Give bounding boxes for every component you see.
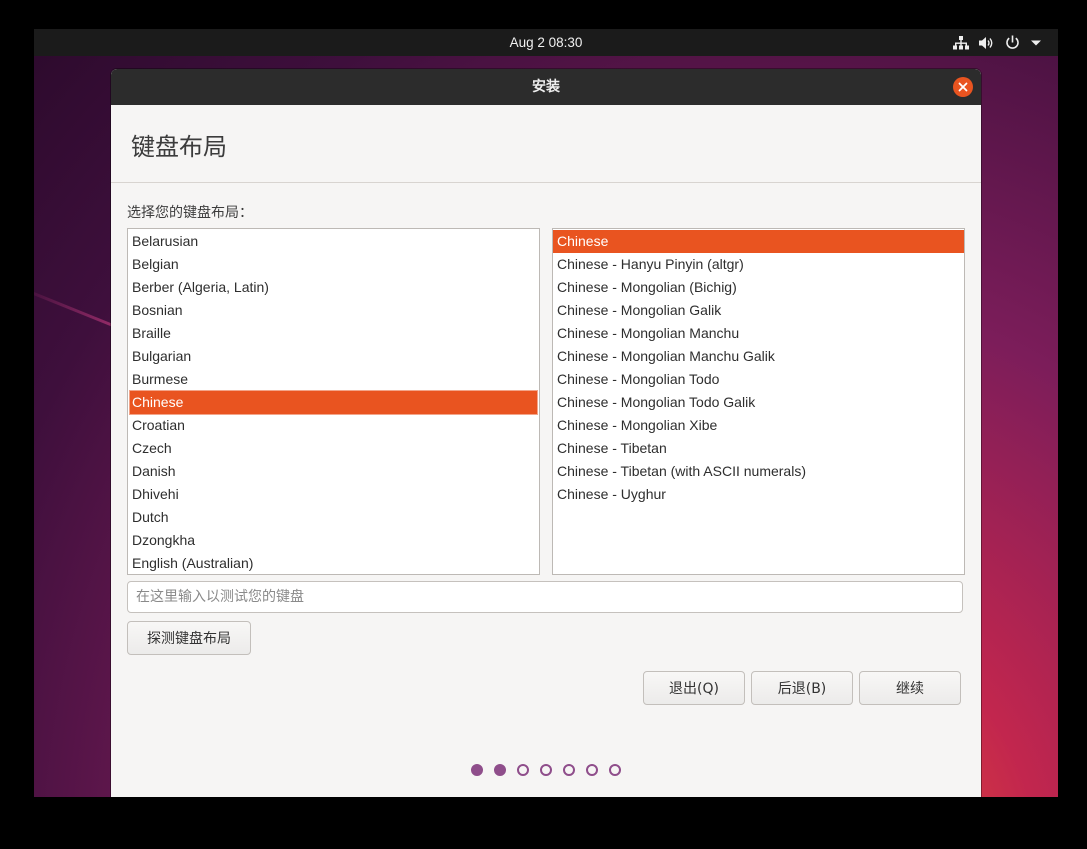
layout-list-item[interactable]: Burmese — [128, 368, 539, 391]
keyboard-test-input[interactable] — [127, 581, 963, 613]
layout-list-item[interactable]: Belgian — [128, 253, 539, 276]
progress-dot-pending — [540, 764, 552, 776]
variant-list-item[interactable]: Chinese - Mongolian (Bichig) — [553, 276, 964, 299]
layout-list-item[interactable]: Bosnian — [128, 299, 539, 322]
progress-dot-pending — [609, 764, 621, 776]
layout-list-item[interactable]: Chinese — [129, 390, 538, 415]
layout-list-item[interactable]: Berber (Algeria, Latin) — [128, 276, 539, 299]
progress-dot-completed — [494, 764, 506, 776]
variant-list-item[interactable]: Chinese - Mongolian Galik — [553, 299, 964, 322]
layout-list-item[interactable]: Braille — [128, 322, 539, 345]
variant-list-item[interactable]: Chinese - Mongolian Manchu Galik — [553, 345, 964, 368]
variant-list-item[interactable]: Chinese - Tibetan — [553, 437, 964, 460]
variant-list-item[interactable]: Chinese - Mongolian Todo — [553, 368, 964, 391]
variant-list-item[interactable]: Chinese - Mongolian Manchu — [553, 322, 964, 345]
progress-dot-pending — [563, 764, 575, 776]
volume-icon[interactable] — [979, 36, 995, 50]
variant-list-item[interactable]: Chinese - Mongolian Xibe — [553, 414, 964, 437]
progress-dot-pending — [586, 764, 598, 776]
page-title: 键盘布局 — [131, 133, 227, 161]
clock[interactable]: Aug 2 08:30 — [34, 29, 1058, 56]
progress-dot-pending — [517, 764, 529, 776]
layout-list-item[interactable]: Dutch — [128, 506, 539, 529]
variant-list-item[interactable]: Chinese - Tibetan (with ASCII numerals) — [553, 460, 964, 483]
layout-list-item[interactable]: Croatian — [128, 414, 539, 437]
variant-list-item[interactable]: Chinese - Mongolian Todo Galik — [553, 391, 964, 414]
close-icon — [958, 82, 968, 92]
chevron-down-icon[interactable] — [1030, 39, 1042, 47]
back-button[interactable]: 后退(B) — [751, 671, 853, 705]
variant-list-item[interactable]: Chinese - Hanyu Pinyin (altgr) — [553, 253, 964, 276]
layout-list-item[interactable]: Bulgarian — [128, 345, 539, 368]
keyboard-layout-list[interactable]: Belarusian Belgian Berber (Algeria, Latin)… — [127, 228, 540, 575]
layout-list-item[interactable]: Czech — [128, 437, 539, 460]
top-bar: Aug 2 08:30 — [34, 29, 1058, 56]
system-tray[interactable] — [953, 29, 1042, 56]
keyboard-variant-list[interactable]: Chinese Chinese - Hanyu Pinyin (altgr) Chi… — [552, 228, 965, 575]
close-button[interactable] — [953, 77, 973, 97]
continue-button[interactable]: 继续 — [859, 671, 961, 705]
layout-list-item[interactable]: Dhivehi — [128, 483, 539, 506]
power-icon[interactable] — [1005, 35, 1020, 50]
variant-list-item[interactable]: Chinese - Uyghur — [553, 483, 964, 506]
network-icon[interactable] — [953, 35, 969, 50]
detect-layout-button[interactable]: 探测键盘布局 — [127, 621, 251, 655]
layout-list-item[interactable]: Belarusian — [128, 230, 539, 253]
layout-list-item[interactable]: Danish — [128, 460, 539, 483]
installer-window: 安装 键盘布局 选择您的键盘布局： Belarusian Belgian Berbe… — [111, 69, 981, 797]
quit-button[interactable]: 退出(Q) — [643, 671, 745, 705]
layout-list-item[interactable]: Dzongkha — [128, 529, 539, 552]
layout-list-item[interactable]: English (Australian) — [128, 552, 539, 574]
progress-dot-completed — [471, 764, 483, 776]
page-header: 键盘布局 — [111, 105, 981, 183]
progress-indicator — [111, 764, 981, 780]
variant-list-item[interactable]: Chinese — [553, 230, 964, 253]
layout-prompt-label: 选择您的键盘布局： — [127, 205, 253, 221]
window-title: 安装 — [532, 79, 560, 95]
window-titlebar[interactable]: 安装 — [111, 69, 981, 105]
